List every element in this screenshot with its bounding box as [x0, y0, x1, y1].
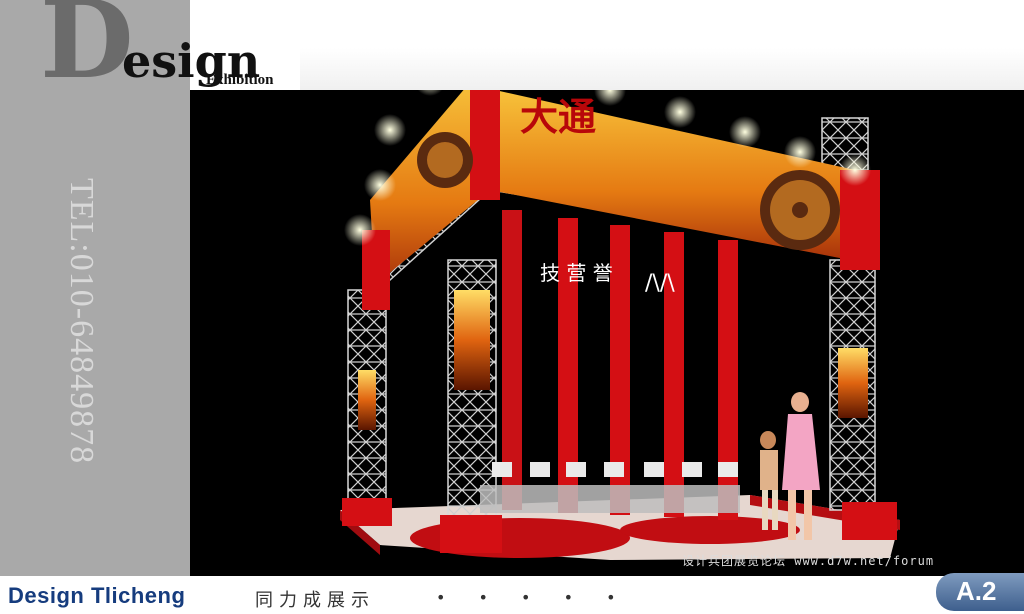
logo-big-letter: D: [40, 0, 134, 103]
svg-text:/\/\: /\/\: [645, 271, 675, 296]
top-band: [190, 0, 1024, 48]
top-fade: [300, 48, 1024, 90]
brand-name-cn: 同力成展示: [255, 590, 375, 611]
footer-dots: • • • • •: [436, 588, 630, 607]
page-badge-label: A.2: [956, 576, 997, 606]
left-sidebar: D TEL:010-64849878: [0, 0, 190, 614]
monitors: [492, 462, 738, 477]
booth-render: 技 营 誉 /\/\ 大通: [190, 90, 1024, 594]
brand-name: Design Tlicheng: [8, 583, 186, 608]
logo-subtitle: Exhibition: [206, 72, 274, 88]
phone-number: TEL:010-64849878: [63, 178, 100, 465]
svg-text:技 营 誉: 技 营 誉: [540, 261, 613, 285]
banner-text: 大通: [520, 94, 596, 139]
booth-illustration: 技 营 誉 /\/\ 大通: [340, 90, 900, 560]
page-badge: A.2: [936, 573, 1024, 611]
forum-watermark: 设计兵团展览论坛 www.d7w.net/forum: [682, 554, 935, 568]
